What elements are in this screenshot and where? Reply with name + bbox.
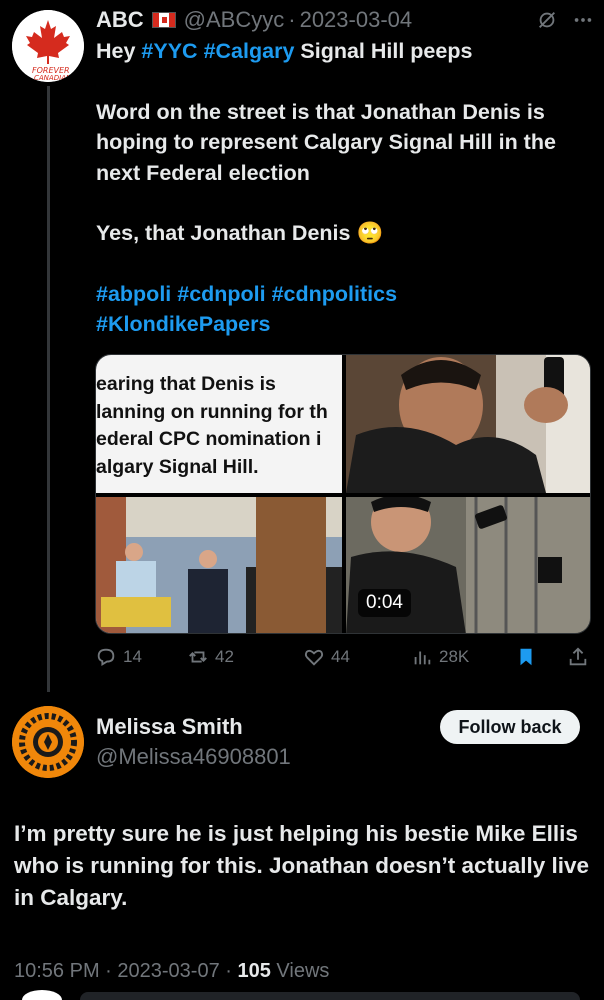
media-text-line: lanning on running for th bbox=[96, 400, 328, 423]
media-grid[interactable]: earing that Denis is lanning on running … bbox=[95, 354, 591, 634]
reply-author-name[interactable]: Melissa Smith bbox=[96, 714, 243, 740]
like-action[interactable]: 44 bbox=[303, 646, 350, 668]
tweet-date[interactable]: 2023-03-04 bbox=[300, 7, 413, 33]
thread-connector-line bbox=[47, 86, 50, 692]
photo-illustration bbox=[96, 497, 342, 633]
svg-text:CANADIAN: CANADIAN bbox=[34, 74, 72, 82]
hashtag-yyc[interactable]: #YYC bbox=[141, 39, 197, 63]
more-options-icon[interactable] bbox=[572, 9, 594, 31]
reply-author-handle[interactable]: @Melissa46908801 bbox=[96, 744, 291, 770]
reply-time[interactable]: 10:56 PM bbox=[14, 960, 100, 982]
tweet-line-1: Hey #YYC #Calgary Signal Hill peeps bbox=[96, 39, 473, 63]
reply-icon bbox=[97, 648, 115, 666]
reply-views-count: 105 bbox=[237, 960, 271, 982]
media-text-line: ederal CPC nomination i bbox=[96, 428, 322, 450]
heart-icon bbox=[304, 649, 324, 666]
repost-count: 42 bbox=[215, 647, 234, 666]
share-icon bbox=[569, 647, 587, 666]
reply-text: I’m pretty sure he is just helping his b… bbox=[14, 821, 590, 910]
views-count: 28K bbox=[439, 647, 470, 666]
grok-icon[interactable] bbox=[536, 9, 558, 31]
repost-action[interactable]: 42 bbox=[187, 646, 234, 668]
author-handle[interactable]: @ABCyyc bbox=[184, 7, 285, 33]
bookmark-icon bbox=[520, 648, 532, 666]
hashtags-line-2[interactable]: #KlondikePapers bbox=[96, 309, 596, 340]
hashtag-calgary[interactable]: #Calgary bbox=[204, 39, 295, 63]
media-photo-group[interactable] bbox=[96, 497, 342, 633]
reply-action[interactable]: 14 bbox=[95, 646, 142, 668]
reply-author-avatar[interactable] bbox=[12, 706, 84, 778]
media-screenshot-text[interactable]: earing that Denis is lanning on running … bbox=[96, 355, 342, 493]
media-text-line: earing that Denis is bbox=[96, 373, 276, 395]
maple-leaf-logo-icon: FOREVER CANADIAN bbox=[12, 10, 84, 82]
reply-count: 14 bbox=[123, 647, 142, 666]
tweet-header: ABC @ABCyyc · 2023-03-04 bbox=[96, 6, 594, 34]
compose-avatar-peek bbox=[22, 990, 62, 1000]
author-avatar[interactable]: FOREVER CANADIAN bbox=[12, 10, 84, 82]
compose-reply-bar-peek[interactable] bbox=[80, 992, 580, 1000]
media-text-line: algary Signal Hill. bbox=[96, 455, 259, 478]
views-chart-icon bbox=[414, 651, 431, 665]
tweet-text: Hey #YYC #Calgary Signal Hill peeps Word… bbox=[96, 36, 596, 340]
share-action[interactable] bbox=[567, 646, 589, 668]
reply-date[interactable]: 2023-03-07 bbox=[117, 960, 219, 982]
hashtags-line-1[interactable]: #abpoli #cdnpoli #cdnpolitics bbox=[96, 279, 596, 310]
author-name[interactable]: ABC bbox=[96, 7, 144, 33]
reply-metadata: 10:56 PM · 2023-03-07 · 105 Views bbox=[14, 960, 330, 982]
media-photo-man-phone[interactable] bbox=[346, 355, 590, 493]
video-duration-badge: 0:04 bbox=[358, 589, 411, 617]
tweet-paragraph-3: Yes, that Jonathan Denis 🙄 bbox=[96, 221, 384, 245]
tweet-paragraph-2: Word on the street is that Jonathan Deni… bbox=[96, 99, 556, 185]
repost-icon bbox=[189, 651, 207, 663]
bookmark-action[interactable] bbox=[515, 646, 537, 668]
views-action[interactable]: 28K bbox=[411, 646, 469, 668]
separator-dot: · bbox=[288, 7, 296, 32]
tweet-actions-bar: 14 42 44 28K bbox=[95, 646, 595, 672]
reply-views-label: Views bbox=[276, 960, 330, 982]
canada-flag-icon bbox=[151, 12, 176, 28]
like-count: 44 bbox=[331, 647, 350, 666]
every-child-matters-logo-icon bbox=[12, 706, 84, 778]
photo-illustration bbox=[346, 355, 590, 493]
follow-back-button[interactable]: Follow back bbox=[440, 710, 580, 744]
